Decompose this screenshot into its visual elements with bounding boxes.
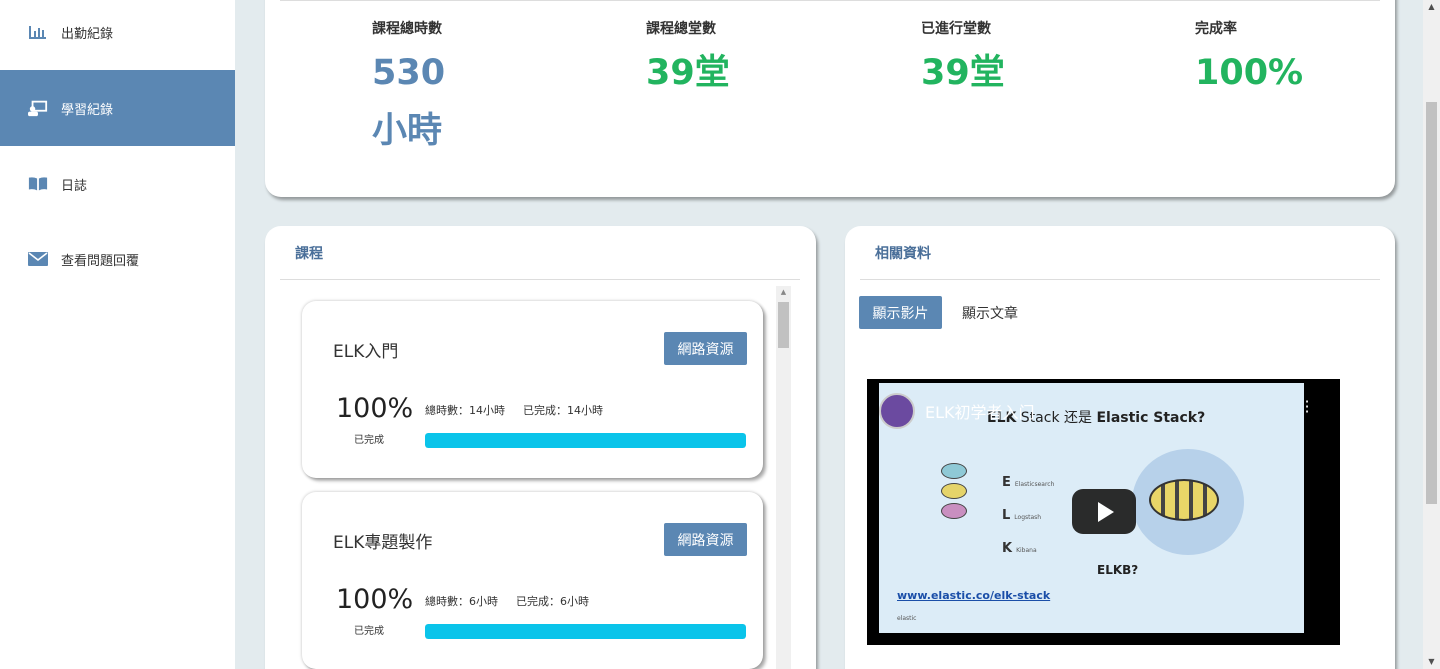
stat-label: 課程總時數 bbox=[372, 21, 442, 37]
course-list-scrollbar[interactable]: ▲ bbox=[776, 286, 791, 669]
total-hours: 總時數：6小時 bbox=[425, 595, 498, 608]
stat-done-sessions: 已進行堂數 39堂 bbox=[921, 18, 1081, 102]
sidebar-item-replies[interactable]: 查看問題回覆 bbox=[0, 221, 235, 297]
web-resources-button[interactable]: 網路資源 bbox=[664, 523, 747, 556]
course-meta: 總時數：14小時 已完成：14小時 bbox=[425, 402, 603, 418]
courses-panel: 課程 ELK入門 網路資源 100% 已完成 總時數：14小時 已完成：14小時 … bbox=[265, 226, 816, 669]
stat-label: 課程總堂數 bbox=[646, 21, 716, 37]
panel-title: 課程 bbox=[295, 246, 323, 262]
elk-illustration bbox=[937, 459, 971, 549]
scroll-up-icon[interactable]: ▲ bbox=[1423, 0, 1440, 14]
sidebar-item-learning[interactable]: 學習紀錄 bbox=[0, 70, 235, 146]
course-name: ELK專題製作 bbox=[333, 533, 433, 553]
sidebar-item-attendance[interactable]: 出勤紀錄 bbox=[0, 0, 235, 70]
done-label: 已完成 bbox=[354, 435, 384, 446]
elastic-logo: elastic bbox=[897, 615, 917, 622]
bar-chart-icon bbox=[28, 24, 48, 40]
scrollbar-thumb[interactable] bbox=[778, 302, 789, 348]
sidebar-item-label: 查看問題回覆 bbox=[61, 253, 140, 269]
progress-bar bbox=[425, 433, 746, 448]
bee-body bbox=[1149, 479, 1219, 521]
stat-number: 530 bbox=[372, 53, 446, 93]
divider bbox=[280, 0, 1380, 1]
total-hours: 總時數：14小時 bbox=[425, 404, 505, 417]
tab-show-video[interactable]: 顯示影片 bbox=[859, 296, 942, 329]
elk-list: E Elasticsearch L Logstash K Kibana bbox=[1002, 475, 1055, 556]
course-name: ELK入門 bbox=[333, 342, 399, 362]
window-scrollbar[interactable]: ▲ ▼ bbox=[1423, 0, 1440, 669]
completed-hours: 已完成：14小時 bbox=[523, 404, 603, 417]
stat-total-sessions: 課程總堂數 39堂 bbox=[646, 18, 806, 102]
completed-hours: 已完成：6小時 bbox=[516, 595, 589, 608]
slide-url: www.elastic.co/elk-stack bbox=[897, 589, 1051, 602]
stat-total-hours: 課程總時數 530 小時 bbox=[372, 18, 532, 160]
slide-caption: ELKB? bbox=[1097, 563, 1139, 577]
course-percent: 100% bbox=[336, 393, 414, 424]
course-meta: 總時數：6小時 已完成：6小時 bbox=[425, 593, 589, 609]
presentation-icon bbox=[28, 100, 48, 117]
video-player[interactable]: ELK Stack 还是 Elastic Stack? E Elasticsear… bbox=[867, 379, 1340, 645]
sidebar: 出勤紀錄 學習紀錄 日誌 查看問題回覆 bbox=[0, 0, 235, 669]
done-label: 已完成 bbox=[354, 626, 384, 637]
course-list[interactable]: ELK入門 網路資源 100% 已完成 總時數：14小時 已完成：14小時 ELK… bbox=[265, 286, 800, 669]
course-percent: 100% bbox=[336, 584, 414, 615]
scroll-up-icon[interactable]: ▲ bbox=[776, 288, 791, 296]
tab-show-article[interactable]: 顯示文章 bbox=[955, 296, 1025, 329]
stat-completion: 完成率 100% bbox=[1195, 18, 1355, 102]
course-card: ELK入門 網路資源 100% 已完成 總時數：14小時 已完成：14小時 bbox=[302, 301, 763, 478]
stat-label: 已進行堂數 bbox=[921, 21, 991, 37]
stat-value: 530 小時 bbox=[372, 44, 532, 160]
divider bbox=[280, 279, 800, 280]
sidebar-item-label: 出勤紀錄 bbox=[61, 26, 114, 42]
progress-fill bbox=[425, 433, 746, 448]
web-resources-button[interactable]: 網路資源 bbox=[664, 332, 747, 365]
stat-unit: 小時 bbox=[372, 111, 443, 151]
sidebar-item-journal[interactable]: 日誌 bbox=[0, 146, 235, 222]
resources-panel: 相關資料 顯示影片 顯示文章 ELK Stack 还是 Elastic Stac… bbox=[845, 226, 1395, 669]
panel-title: 相關資料 bbox=[875, 246, 931, 262]
sidebar-item-label: 日誌 bbox=[61, 178, 88, 194]
stat-value: 39堂 bbox=[921, 53, 1005, 93]
progress-bar bbox=[425, 624, 746, 639]
stats-card: 課程總時數 530 小時 課程總堂數 39堂 已進行堂數 39堂 完成率 100… bbox=[265, 0, 1395, 197]
progress-fill bbox=[425, 624, 746, 639]
play-button-icon[interactable] bbox=[1072, 489, 1136, 534]
book-icon bbox=[28, 176, 48, 192]
stat-label: 完成率 bbox=[1195, 21, 1237, 37]
stat-value: 100% bbox=[1195, 53, 1304, 93]
sidebar-item-label: 學習紀錄 bbox=[61, 102, 114, 118]
course-card: ELK專題製作 網路資源 100% 已完成 總時數：6小時 已完成：6小時 bbox=[302, 492, 763, 669]
video-title[interactable]: ELK初学者入门 bbox=[925, 399, 1035, 423]
more-options-icon[interactable]: · · · bbox=[1304, 394, 1310, 420]
divider bbox=[860, 279, 1380, 280]
scrollbar-thumb[interactable] bbox=[1426, 102, 1437, 504]
scroll-down-icon[interactable]: ▼ bbox=[1423, 655, 1440, 669]
channel-avatar[interactable] bbox=[879, 393, 915, 429]
envelope-icon bbox=[28, 251, 48, 267]
stat-value: 39堂 bbox=[646, 53, 730, 93]
